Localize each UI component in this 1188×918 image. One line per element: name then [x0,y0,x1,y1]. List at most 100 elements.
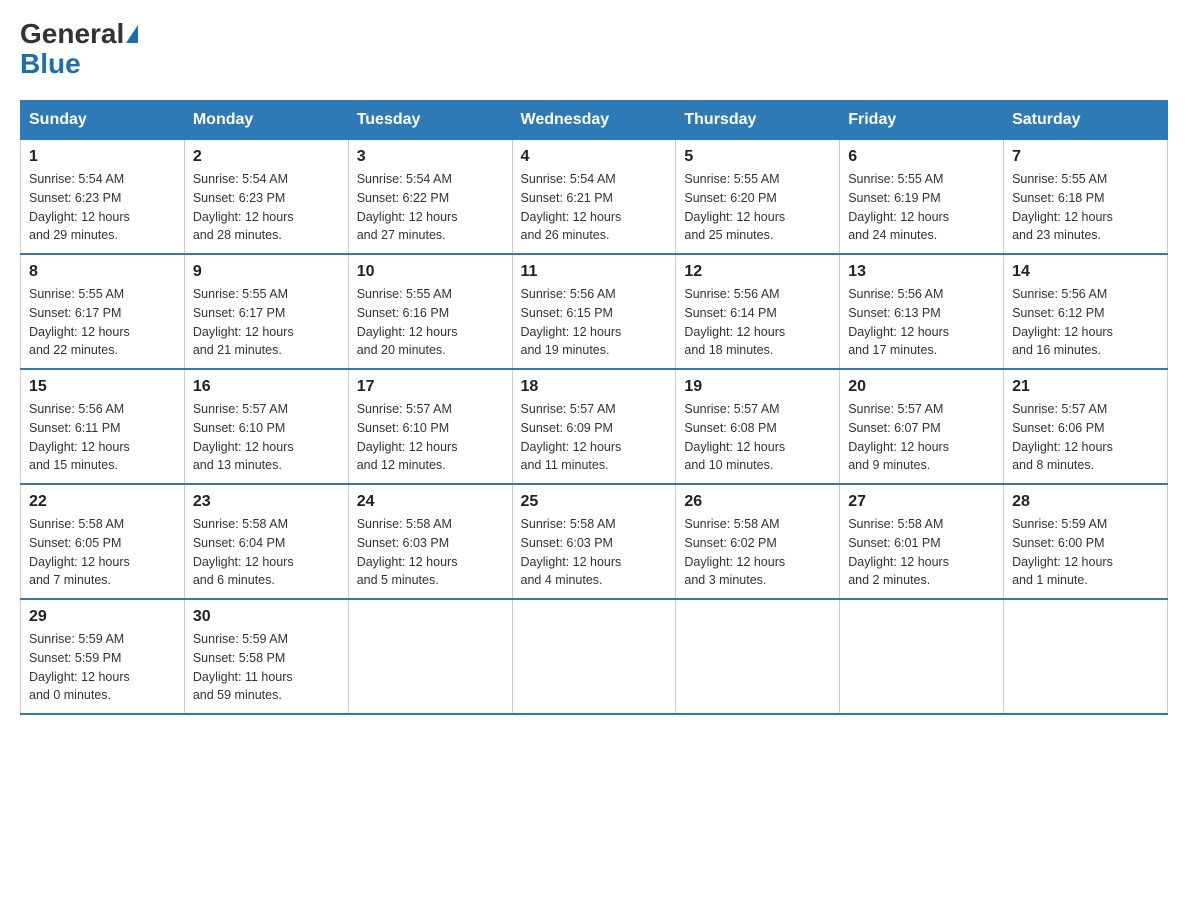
day-info: Sunrise: 5:54 AMSunset: 6:23 PMDaylight:… [29,172,130,242]
day-number: 5 [684,148,831,166]
table-row: 7 Sunrise: 5:55 AMSunset: 6:18 PMDaylight… [1004,140,1168,255]
day-info: Sunrise: 5:56 AMSunset: 6:12 PMDaylight:… [1012,287,1113,357]
day-info: Sunrise: 5:57 AMSunset: 6:09 PMDaylight:… [521,402,622,472]
day-number: 12 [684,263,831,281]
day-info: Sunrise: 5:55 AMSunset: 6:20 PMDaylight:… [684,172,785,242]
col-saturday: Saturday [1004,101,1168,140]
table-row [676,599,840,714]
table-row: 25 Sunrise: 5:58 AMSunset: 6:03 PMDayligh… [512,484,676,599]
day-number: 22 [29,493,176,511]
col-wednesday: Wednesday [512,101,676,140]
table-row: 30 Sunrise: 5:59 AMSunset: 5:58 PMDayligh… [184,599,348,714]
day-info: Sunrise: 5:55 AMSunset: 6:16 PMDaylight:… [357,287,458,357]
table-row [840,599,1004,714]
day-number: 18 [521,378,668,396]
day-info: Sunrise: 5:56 AMSunset: 6:13 PMDaylight:… [848,287,949,357]
day-info: Sunrise: 5:58 AMSunset: 6:04 PMDaylight:… [193,517,294,587]
table-row: 19 Sunrise: 5:57 AMSunset: 6:08 PMDayligh… [676,369,840,484]
day-number: 19 [684,378,831,396]
table-row: 14 Sunrise: 5:56 AMSunset: 6:12 PMDayligh… [1004,254,1168,369]
day-info: Sunrise: 5:54 AMSunset: 6:23 PMDaylight:… [193,172,294,242]
table-row: 20Sunrise: 5:57 AMSunset: 6:07 PMDayligh… [840,369,1004,484]
table-row: 16 Sunrise: 5:57 AMSunset: 6:10 PMDayligh… [184,369,348,484]
col-thursday: Thursday [676,101,840,140]
col-friday: Friday [840,101,1004,140]
day-number: 20 [848,378,995,396]
day-info: Sunrise: 5:59 AMSunset: 6:00 PMDaylight:… [1012,517,1113,587]
day-number: 11 [521,263,668,281]
logo-general: General [20,20,124,48]
day-info: Sunrise: 5:57 AMSunset: 6:06 PMDaylight:… [1012,402,1113,472]
day-number: 7 [1012,148,1159,166]
day-number: 6 [848,148,995,166]
day-number: 14 [1012,263,1159,281]
table-row: 27Sunrise: 5:58 AMSunset: 6:01 PMDayligh… [840,484,1004,599]
table-row: 12 Sunrise: 5:56 AMSunset: 6:14 PMDayligh… [676,254,840,369]
table-row: 26Sunrise: 5:58 AMSunset: 6:02 PMDayligh… [676,484,840,599]
week-row-5: 29 Sunrise: 5:59 AMSunset: 5:59 PMDayligh… [21,599,1168,714]
table-row: 17 Sunrise: 5:57 AMSunset: 6:10 PMDayligh… [348,369,512,484]
table-row: 1 Sunrise: 5:54 AMSunset: 6:23 PMDaylight… [21,140,185,255]
table-row: 28Sunrise: 5:59 AMSunset: 6:00 PMDayligh… [1004,484,1168,599]
day-info: Sunrise: 5:59 AMSunset: 5:58 PMDaylight:… [193,632,293,702]
table-row [348,599,512,714]
day-info: Sunrise: 5:57 AMSunset: 6:08 PMDaylight:… [684,402,785,472]
col-tuesday: Tuesday [348,101,512,140]
table-row: 5 Sunrise: 5:55 AMSunset: 6:20 PMDaylight… [676,140,840,255]
table-row: 9 Sunrise: 5:55 AMSunset: 6:17 PMDaylight… [184,254,348,369]
table-row: 4Sunrise: 5:54 AMSunset: 6:21 PMDaylight… [512,140,676,255]
col-monday: Monday [184,101,348,140]
table-row: 15 Sunrise: 5:56 AMSunset: 6:11 PMDayligh… [21,369,185,484]
col-sunday: Sunday [21,101,185,140]
day-number: 16 [193,378,340,396]
day-info: Sunrise: 5:56 AMSunset: 6:15 PMDaylight:… [521,287,622,357]
table-row: 13 Sunrise: 5:56 AMSunset: 6:13 PMDayligh… [840,254,1004,369]
day-number: 15 [29,378,176,396]
table-row: 22 Sunrise: 5:58 AMSunset: 6:05 PMDayligh… [21,484,185,599]
day-number: 10 [357,263,504,281]
table-row: 21 Sunrise: 5:57 AMSunset: 6:06 PMDayligh… [1004,369,1168,484]
day-number: 23 [193,493,340,511]
table-row: 3Sunrise: 5:54 AMSunset: 6:22 PMDaylight… [348,140,512,255]
day-info: Sunrise: 5:58 AMSunset: 6:05 PMDaylight:… [29,517,130,587]
day-number: 8 [29,263,176,281]
week-row-1: 1 Sunrise: 5:54 AMSunset: 6:23 PMDaylight… [21,140,1168,255]
table-row: 24 Sunrise: 5:58 AMSunset: 6:03 PMDayligh… [348,484,512,599]
week-row-2: 8 Sunrise: 5:55 AMSunset: 6:17 PMDaylight… [21,254,1168,369]
day-number: 2 [193,148,340,166]
logo: General Blue [20,20,138,80]
day-number: 9 [193,263,340,281]
day-info: Sunrise: 5:58 AMSunset: 6:03 PMDaylight:… [521,517,622,587]
day-number: 29 [29,608,176,626]
day-number: 24 [357,493,504,511]
table-row [512,599,676,714]
day-number: 25 [521,493,668,511]
day-number: 21 [1012,378,1159,396]
day-info: Sunrise: 5:57 AMSunset: 6:10 PMDaylight:… [357,402,458,472]
day-info: Sunrise: 5:59 AMSunset: 5:59 PMDaylight:… [29,632,130,702]
day-info: Sunrise: 5:58 AMSunset: 6:02 PMDaylight:… [684,517,785,587]
day-number: 30 [193,608,340,626]
week-row-3: 15 Sunrise: 5:56 AMSunset: 6:11 PMDayligh… [21,369,1168,484]
table-row [1004,599,1168,714]
table-row: 8Sunrise: 5:55 AMSunset: 6:17 PMDaylight… [21,254,185,369]
day-number: 1 [29,148,176,166]
logo-blue: Blue [20,48,81,79]
day-info: Sunrise: 5:58 AMSunset: 6:03 PMDaylight:… [357,517,458,587]
day-number: 17 [357,378,504,396]
day-info: Sunrise: 5:55 AMSunset: 6:19 PMDaylight:… [848,172,949,242]
day-info: Sunrise: 5:57 AMSunset: 6:10 PMDaylight:… [193,402,294,472]
day-info: Sunrise: 5:58 AMSunset: 6:01 PMDaylight:… [848,517,949,587]
header-row: Sunday Monday Tuesday Wednesday Thursday… [21,101,1168,140]
table-row: 11 Sunrise: 5:56 AMSunset: 6:15 PMDayligh… [512,254,676,369]
day-number: 13 [848,263,995,281]
table-row: 18 Sunrise: 5:57 AMSunset: 6:09 PMDayligh… [512,369,676,484]
day-info: Sunrise: 5:56 AMSunset: 6:11 PMDaylight:… [29,402,130,472]
day-info: Sunrise: 5:55 AMSunset: 6:17 PMDaylight:… [193,287,294,357]
day-info: Sunrise: 5:56 AMSunset: 6:14 PMDaylight:… [684,287,785,357]
table-row: 2 Sunrise: 5:54 AMSunset: 6:23 PMDaylight… [184,140,348,255]
day-info: Sunrise: 5:55 AMSunset: 6:18 PMDaylight:… [1012,172,1113,242]
table-row: 29 Sunrise: 5:59 AMSunset: 5:59 PMDayligh… [21,599,185,714]
table-row: 23 Sunrise: 5:58 AMSunset: 6:04 PMDayligh… [184,484,348,599]
week-row-4: 22 Sunrise: 5:58 AMSunset: 6:05 PMDayligh… [21,484,1168,599]
